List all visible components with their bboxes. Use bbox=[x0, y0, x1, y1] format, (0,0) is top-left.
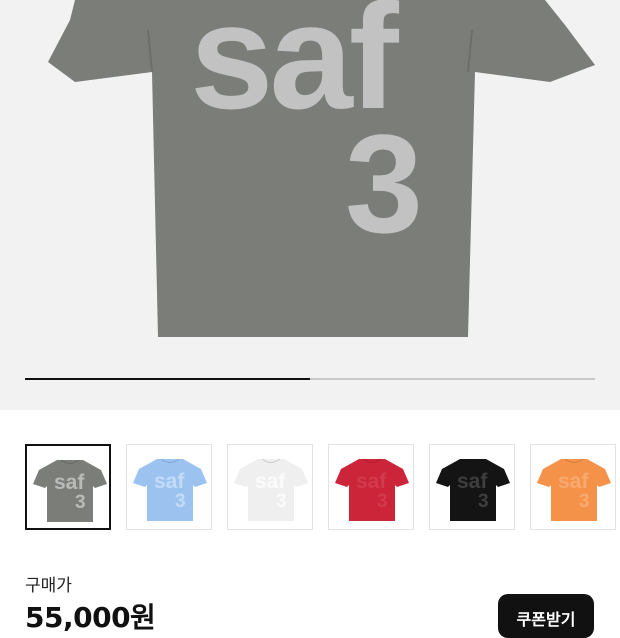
thumb-print-saf: saf bbox=[356, 470, 387, 493]
color-thumbnail-light-blue[interactable]: saf 3 bbox=[126, 444, 212, 530]
thumb-print-3: 3 bbox=[377, 491, 388, 512]
thumb-print-3: 3 bbox=[75, 492, 86, 513]
color-thumbnail-red[interactable]: saf 3 bbox=[328, 444, 414, 530]
tshirt-thumbnail-icon: saf3 bbox=[234, 458, 308, 521]
thumb-print-3: 3 bbox=[276, 491, 287, 512]
tshirt-thumbnail-icon: saf3 bbox=[33, 459, 107, 522]
thumb-print-saf: saf bbox=[457, 470, 488, 493]
product-image: saf 3 bbox=[0, 0, 620, 410]
thumb-print-saf: saf bbox=[558, 470, 589, 493]
color-thumbnail-khaki-gray[interactable]: saf 3 bbox=[25, 444, 111, 530]
thumb-print-3: 3 bbox=[175, 491, 186, 512]
thumb-print-saf: saf bbox=[54, 471, 85, 494]
price-label: 구매가 bbox=[25, 576, 72, 596]
color-thumbnail-orange[interactable]: saf 3 bbox=[530, 444, 616, 530]
thumb-print-saf: saf bbox=[255, 470, 286, 493]
thumb-print-3: 3 bbox=[478, 491, 489, 512]
color-thumbnails: saf 3 saf 3 saf 3 saf 3 saf 3 saf 3 bbox=[25, 444, 620, 532]
price-value: 55,000원 bbox=[25, 601, 156, 634]
tshirt-thumbnail-icon: saf3 bbox=[436, 458, 510, 521]
coupon-button[interactable]: 쿠폰받기 bbox=[498, 594, 594, 638]
gallery-progress-track bbox=[25, 378, 595, 380]
tshirt-thumbnail-icon: saf3 bbox=[335, 458, 409, 521]
color-thumbnail-black[interactable]: saf 3 bbox=[429, 444, 515, 530]
color-thumbnail-white[interactable]: saf 3 bbox=[227, 444, 313, 530]
print-text-3: 3 bbox=[345, 105, 423, 262]
tshirt-image: saf 3 bbox=[48, 0, 595, 337]
gallery-progress-fill bbox=[25, 378, 310, 380]
tshirt-thumbnail-icon: saf3 bbox=[537, 458, 611, 521]
thumb-print-saf: saf bbox=[154, 470, 185, 493]
thumb-print-3: 3 bbox=[579, 491, 590, 512]
tshirt-thumbnail-icon: saf3 bbox=[133, 458, 207, 521]
